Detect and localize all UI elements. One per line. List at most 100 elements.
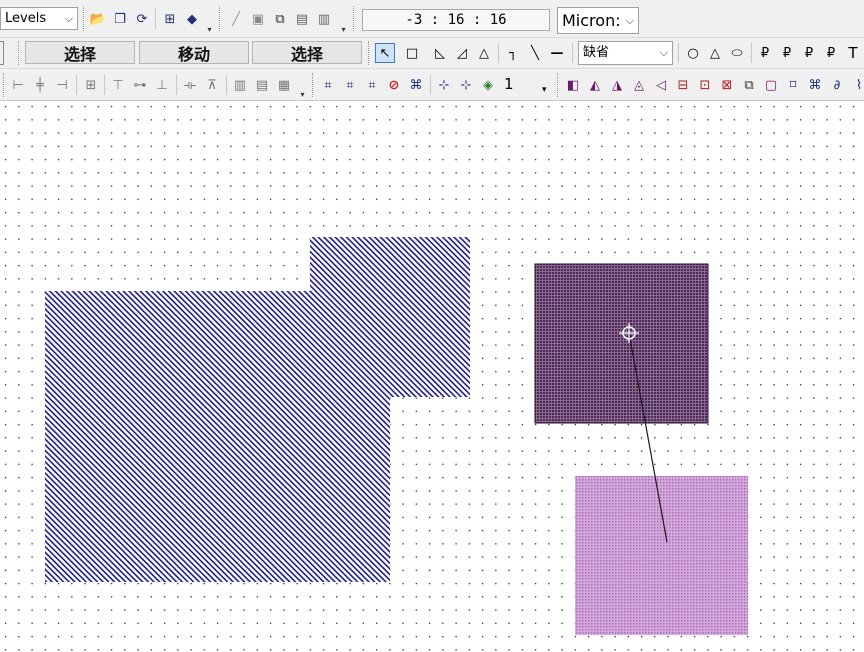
align-center-icon[interactable]: ╪: [30, 75, 50, 95]
toolbar-overflow-icon[interactable]: ▾: [206, 26, 213, 34]
snap-layer-icon[interactable]: ◈: [478, 75, 498, 95]
boolean-or-icon[interactable]: ◭: [585, 75, 605, 95]
toolbar-grip[interactable]: [312, 73, 315, 97]
toolbar-grip[interactable]: [353, 6, 356, 31]
chevron-down-icon: ⌵: [625, 14, 634, 27]
crop-icon[interactable]: ⌑: [783, 75, 803, 95]
open-icon[interactable]: 📂: [88, 9, 108, 29]
toolbar-grip[interactable]: [368, 41, 371, 65]
toolbar-separator: [751, 43, 752, 63]
view-one-icon[interactable]: ▤: [292, 9, 312, 29]
cursor-coordinate-readout: -3 : 16 : 16: [362, 9, 550, 31]
chevron-down-icon: ⌵: [659, 46, 668, 59]
refresh-icon[interactable]: ⟳: [132, 9, 152, 29]
toolbar-separator: [104, 75, 105, 95]
space-vertical-icon[interactable]: ⊼: [202, 75, 222, 95]
rectangle-icon[interactable]: □: [402, 43, 422, 63]
align-left-icon[interactable]: ⊢: [8, 75, 28, 95]
bend-icon[interactable]: ∂: [827, 75, 847, 95]
style-dropdown-label: 缺省: [583, 45, 610, 60]
ellipse-icon[interactable]: ⬭: [727, 43, 747, 63]
toolbar-overflow-icon[interactable]: ▾: [340, 26, 347, 34]
align-bottom-icon[interactable]: ⊥: [152, 75, 172, 95]
layer-stack-icon[interactable]: ◆: [182, 9, 202, 29]
label-icon[interactable]: ₽: [755, 43, 775, 63]
space-horizontal-icon[interactable]: ⟛: [180, 75, 200, 95]
arrange-icon[interactable]: ▦: [274, 75, 294, 95]
boolean-xor-icon[interactable]: ◬: [629, 75, 649, 95]
view-two-icon[interactable]: ▥: [314, 9, 334, 29]
flatten-icon[interactable]: ⊟: [673, 75, 693, 95]
toolbar-separator: [430, 75, 431, 95]
layer-number-arrow-icon[interactable]: ▾: [542, 85, 547, 95]
circle-icon[interactable]: ○: [683, 43, 703, 63]
pen-icon[interactable]: ╱: [226, 9, 246, 29]
deny-icon[interactable]: ⊘: [384, 75, 404, 95]
outline-icon[interactable]: ▢: [761, 75, 781, 95]
align-middle-icon[interactable]: ⊶: [130, 75, 150, 95]
snap-alt-icon[interactable]: ⊹: [456, 75, 476, 95]
select-edge-icon[interactable]: ⌗: [362, 75, 382, 95]
move-mode-button[interactable]: 移动: [139, 41, 249, 64]
clone-icon[interactable]: ⧉: [739, 75, 759, 95]
group-icon[interactable]: ▥: [230, 75, 250, 95]
pointer-icon[interactable]: ↖: [375, 43, 395, 63]
layout-canvas[interactable]: [0, 101, 864, 652]
wire-straight-icon[interactable]: —: [547, 43, 567, 63]
toolbar-grip[interactable]: [557, 73, 560, 97]
boolean-not-icon[interactable]: ◮: [607, 75, 627, 95]
label-third-icon[interactable]: ₽: [799, 43, 819, 63]
select-all-icon[interactable]: ⌗: [318, 75, 338, 95]
toolbar-left-edge: [0, 41, 4, 65]
levels-dropdown[interactable]: Levels ⌵: [0, 7, 78, 30]
align-right-icon[interactable]: ⊣: [52, 75, 72, 95]
polygon-icon[interactable]: ◺: [430, 43, 450, 63]
toolbar-separator: [572, 43, 573, 63]
units-dropdown-label: Micron:: [562, 11, 621, 30]
toolbar-grip[interactable]: [18, 41, 21, 65]
layer-number-field[interactable]: 1 ▾: [501, 74, 549, 96]
style-dropdown[interactable]: 缺省 ⌵: [578, 41, 673, 65]
align-top-icon[interactable]: ⊤: [108, 75, 128, 95]
stack-icon[interactable]: ⧉: [270, 9, 290, 29]
toolbar-grip[interactable]: [219, 6, 222, 31]
label-fourth-icon[interactable]: ₽: [821, 43, 841, 63]
merge-icon[interactable]: ⌘: [406, 75, 426, 95]
cut-icon[interactable]: ⌘: [805, 75, 825, 95]
toolbar-separator: [226, 75, 227, 95]
copy-icon[interactable]: ❐: [110, 9, 130, 29]
pink-square-shape[interactable]: [575, 476, 748, 635]
boolean-size-icon[interactable]: ◁: [651, 75, 671, 95]
ungroup-icon[interactable]: ▤: [252, 75, 272, 95]
chevron-down-icon: ⌵: [64, 12, 73, 25]
toolbar-separator: [176, 75, 177, 95]
text-tool-icon[interactable]: T: [843, 43, 863, 63]
wire-corner-icon[interactable]: ┐: [503, 43, 523, 63]
units-dropdown[interactable]: Micron: ⌵: [557, 7, 639, 34]
wire-diagonal-icon[interactable]: ╲: [525, 43, 545, 63]
select-mode-button[interactable]: 选择: [25, 41, 135, 64]
toolbar-separator: [678, 43, 679, 63]
polygon-alt-icon[interactable]: ◿: [452, 43, 472, 63]
boolean-and-icon[interactable]: ◧: [563, 75, 583, 95]
triangle-icon[interactable]: △: [474, 43, 494, 63]
select-area-icon[interactable]: ⌗: [340, 75, 360, 95]
path-icon[interactable]: ⌇: [849, 75, 864, 95]
toolbar-overflow-icon[interactable]: ▾: [299, 91, 306, 99]
slice-icon[interactable]: ⊠: [717, 75, 737, 95]
layers-icon[interactable]: ⊞: [160, 9, 180, 29]
canvas-drawing[interactable]: [0, 101, 864, 652]
select-mode-button-2[interactable]: 选择: [252, 41, 362, 64]
label-alt-icon[interactable]: ₽: [777, 43, 797, 63]
toolbar-grip[interactable]: [3, 73, 6, 97]
toolbar-grip[interactable]: [83, 6, 86, 31]
split-icon[interactable]: ⊡: [695, 75, 715, 95]
dark-square-shape[interactable]: [534, 263, 709, 424]
save-icon[interactable]: ▣: [248, 9, 268, 29]
align-toolbar: ⊢ ╪ ⊣ ⊞ ⊤ ⊶ ⊥ ⟛ ⊼ ▥ ▤ ▦ ▾ ⌗ ⌗ ⌗ ⊘ ⌘ ⊹ ⊹ …: [0, 69, 864, 101]
levels-dropdown-label: Levels: [5, 11, 47, 26]
arc-icon[interactable]: △: [705, 43, 725, 63]
distribute-icon[interactable]: ⊞: [81, 75, 101, 95]
snap-icon[interactable]: ⊹: [434, 75, 454, 95]
edit-mode-toolbar: 选择 移动 选择 ↖ □ ◺ ◿ △ ┐ ╲ — 缺省 ⌵ ○ △ ⬭ ₽ ₽ …: [0, 38, 864, 69]
